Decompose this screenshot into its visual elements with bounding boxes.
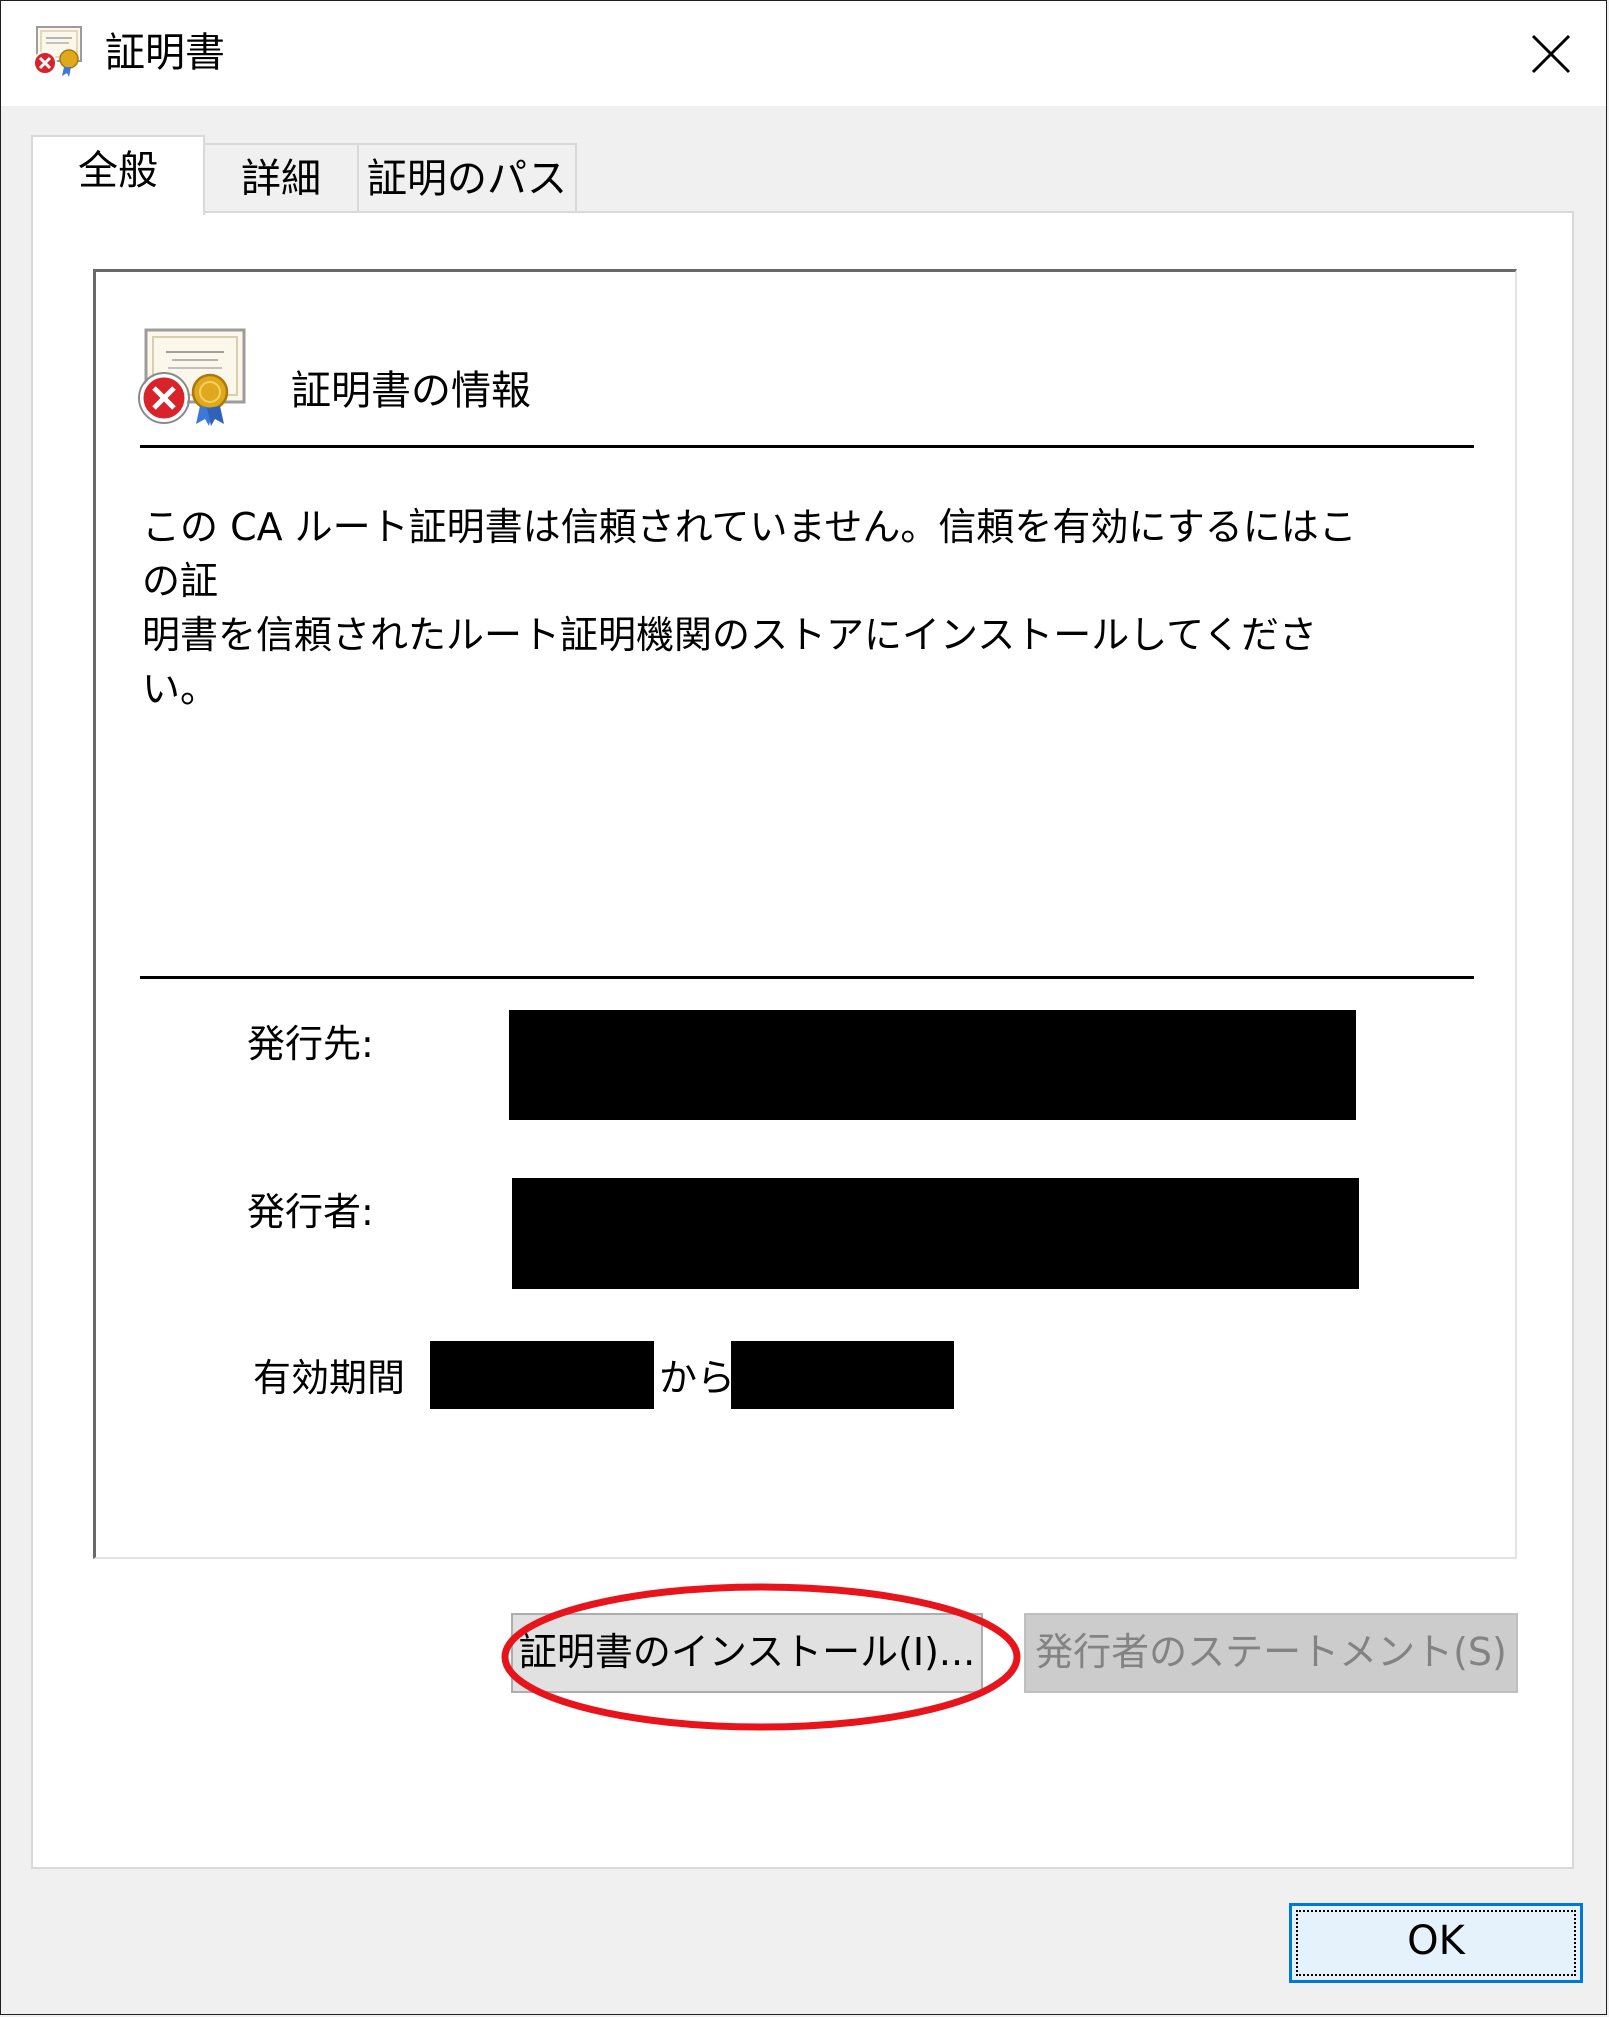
validity-from-connector: から (659, 1356, 736, 1400)
certificate-dialog: 証明書 全般 詳細 証明のパス 証明書の情報 この CA ルート証明書は信頼され… (0, 0, 1607, 2015)
issued-by-value-redacted (512, 1178, 1359, 1289)
tab-panel-general: 証明書の情報 この CA ルート証明書は信頼されていません。信頼を有効にするには… (31, 211, 1574, 1869)
tab-details[interactable]: 詳細 (203, 143, 359, 213)
divider-top (140, 445, 1474, 448)
issued-by-label: 発行者: (247, 1190, 374, 1234)
info-heading: 証明書の情報 (291, 368, 531, 414)
trust-message-line-1: この CA ルート証明書は信頼されていません。信頼を有効にするにはこの証 (142, 505, 1357, 603)
certificate-error-icon (31, 25, 87, 77)
close-icon (1531, 34, 1571, 73)
trust-message: この CA ルート証明書は信頼されていません。信頼を有効にするにはこの証 明書を… (142, 500, 1362, 716)
ok-button[interactable]: OK (1289, 1903, 1583, 1983)
valid-from-redacted (430, 1341, 654, 1409)
issued-to-value-redacted (509, 1010, 1356, 1120)
ok-button-label: OK (1407, 1918, 1465, 1964)
tab-general[interactable]: 全般 (31, 135, 205, 215)
install-certificate-button[interactable]: 証明書のインストール(I)... (511, 1613, 983, 1693)
validity-label: 有効期間 (253, 1356, 406, 1400)
certificate-info-box: 証明書の情報 この CA ルート証明書は信頼されていません。信頼を有効にするには… (93, 269, 1517, 1559)
title-bar: 証明書 (1, 1, 1606, 106)
close-button[interactable] (1496, 1, 1606, 106)
valid-to-redacted (731, 1341, 954, 1409)
tab-certification-path[interactable]: 証明のパス (357, 143, 577, 213)
issuer-statement-button: 発行者のステートメント(S) (1024, 1613, 1518, 1693)
issued-to-label: 発行先: (247, 1022, 374, 1066)
window-title: 証明書 (105, 30, 225, 76)
divider-bottom (140, 976, 1474, 979)
certificate-error-icon (138, 328, 248, 426)
trust-message-line-2: 明書を信頼されたルート証明機関のストアにインストールしてください。 (142, 613, 1317, 711)
